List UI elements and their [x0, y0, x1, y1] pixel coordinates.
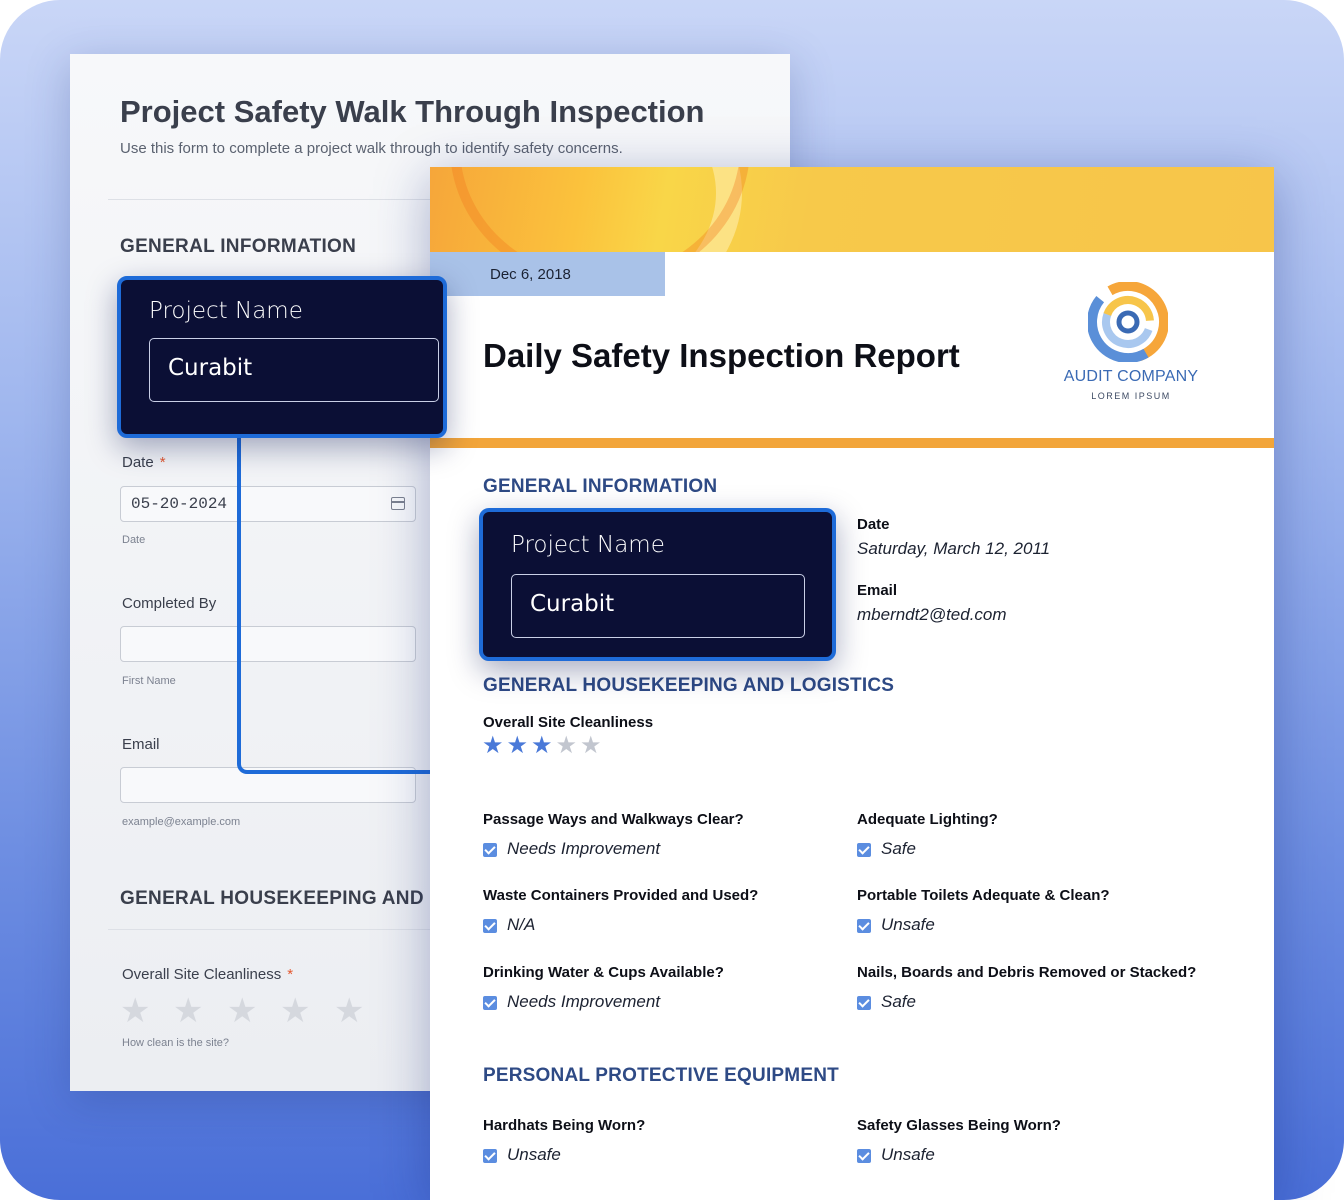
cleanliness-label-text: Overall Site Cleanliness	[122, 966, 282, 983]
question-answer: Unsafe	[881, 915, 935, 934]
star-icon[interactable]: ★	[120, 994, 150, 1028]
question-label: Waste Containers Provided and Used?	[483, 887, 759, 904]
project-name-value: Curabit	[530, 591, 615, 617]
cleanliness-hint: How clean is the site?	[122, 1037, 229, 1049]
question-answer: Needs Improvement	[507, 839, 661, 858]
report-cleanliness-label: Overall Site Cleanliness	[483, 714, 654, 731]
question-label: Passage Ways and Walkways Clear?	[483, 811, 744, 828]
question-label: Portable Toilets Adequate & Clean?	[857, 887, 1110, 904]
cleanliness-label: Overall Site Cleanliness *	[122, 966, 293, 983]
question-label: Hardhats Being Worn?	[483, 1117, 646, 1134]
project-name-value: Curabit	[168, 355, 253, 381]
star-icon[interactable]: ★	[173, 994, 203, 1028]
banner-swoosh	[450, 167, 750, 252]
question-label: Nails, Boards and Debris Removed or Stac…	[857, 964, 1197, 981]
date-field-value: 05-20-2024	[131, 495, 228, 513]
star-icon: ★	[506, 732, 529, 759]
question-answer: Unsafe	[881, 1145, 935, 1164]
report-date-tab: Dec 6, 2018	[430, 252, 665, 296]
report-title: Daily Safety Inspection Report	[483, 337, 960, 374]
checkbox-checked-icon	[483, 919, 497, 933]
star-icon[interactable]: ★	[334, 994, 364, 1028]
checkbox-checked-icon	[857, 843, 871, 857]
checkbox-checked-icon	[857, 996, 871, 1010]
question-answer: Safe	[881, 839, 916, 858]
report-date-label: Date	[857, 516, 890, 533]
checkbox-checked-icon	[483, 1149, 497, 1163]
report-card: Dec 6, 2018 Daily Safety Inspection Repo…	[430, 167, 1274, 1200]
report-section-general: GENERAL INFORMATION	[483, 476, 718, 497]
required-mark: *	[287, 966, 294, 983]
report-date-value: Saturday, March 12, 2011	[857, 539, 1051, 558]
orange-divider	[430, 438, 1274, 448]
checkbox-checked-icon	[857, 919, 871, 933]
required-mark: *	[159, 454, 166, 471]
form-subtitle: Use this form to complete a project walk…	[120, 140, 623, 157]
question-label: Adequate Lighting?	[857, 811, 998, 828]
question-answer: N/A	[507, 915, 536, 934]
question-answer: Safe	[881, 992, 916, 1011]
question-label: Drinking Water & Cups Available?	[483, 964, 724, 981]
checkbox-checked-icon	[483, 843, 497, 857]
project-name-label: Project Name	[511, 532, 665, 558]
project-name-callout-form: Project Name Curabit	[117, 276, 447, 438]
project-name-field[interactable]: Curabit	[149, 338, 439, 402]
completed-by-label: Completed By	[122, 595, 217, 612]
date-label: Date *	[122, 454, 166, 471]
report-email-label: Email	[857, 582, 898, 599]
checkbox-checked-icon	[483, 996, 497, 1010]
question-answer: Needs Improvement	[507, 992, 661, 1011]
date-hint: Date	[122, 534, 146, 546]
first-name-hint: First Name	[122, 675, 176, 687]
email-hint: example@example.com	[122, 816, 241, 828]
star-icon: ★	[555, 732, 578, 759]
form-section-housekeeping: GENERAL HOUSEKEEPING AND LO	[120, 888, 457, 909]
report-banner	[430, 167, 1274, 252]
company-name: AUDIT COMPANY	[1063, 368, 1199, 385]
project-name-field[interactable]: Curabit	[511, 574, 805, 638]
company-tagline: LOREM IPSUM	[1091, 391, 1171, 401]
form-title: Project Safety Walk Through Inspection	[120, 94, 705, 129]
checkbox-checked-icon	[857, 1149, 871, 1163]
project-name-callout-report: Project Name Curabit	[479, 508, 836, 661]
project-name-label: Project Name	[149, 298, 303, 324]
star-icon[interactable]: ★	[280, 994, 310, 1028]
star-icon[interactable]: ★	[227, 994, 257, 1028]
report-section-housekeeping: GENERAL HOUSEKEEPING AND LOGISTICS	[483, 675, 895, 696]
report-email-value: mberndt2@ted.com	[857, 605, 1007, 624]
star-icon: ★	[580, 732, 602, 759]
question-answer: Unsafe	[507, 1145, 561, 1164]
star-icon: ★	[531, 732, 553, 759]
email-label: Email	[122, 736, 160, 753]
question-label: Safety Glasses Being Worn?	[857, 1117, 1061, 1134]
report-date: Dec 6, 2018	[490, 266, 571, 283]
company-logo	[1088, 282, 1168, 362]
report-section-ppe: PERSONAL PROTECTIVE EQUIPMENT	[483, 1065, 839, 1086]
star-icon: ★	[482, 732, 504, 759]
date-label-text: Date	[122, 454, 154, 471]
form-section-general: GENERAL INFORMATION	[120, 236, 357, 257]
